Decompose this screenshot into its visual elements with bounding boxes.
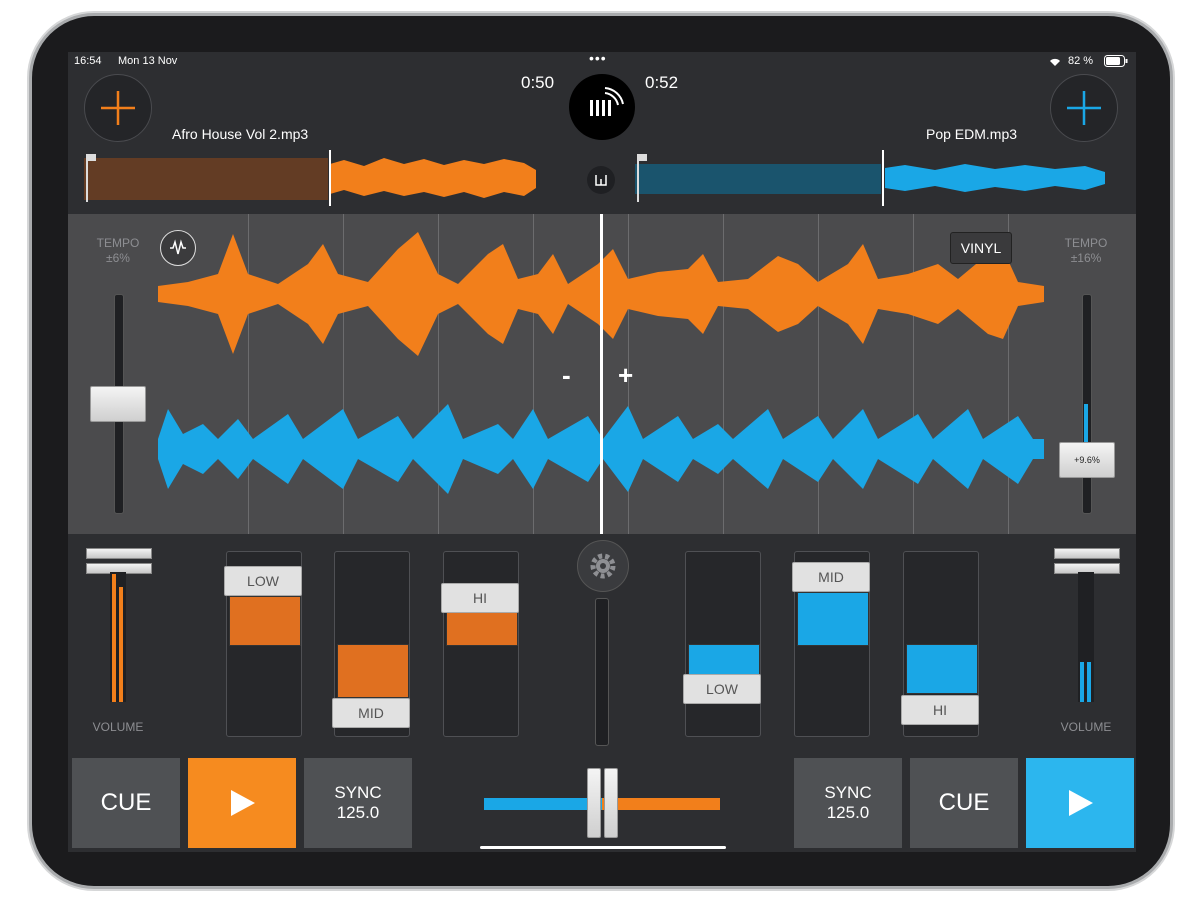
right-add-track-button[interactable] [1050,74,1118,142]
right-eq-hi-handle[interactable]: HI [901,695,979,725]
left-add-track-button[interactable] [84,74,152,142]
play-icon [1069,790,1093,816]
right-sync-button[interactable]: SYNC 125.0 [794,758,902,848]
playhead-line [600,214,603,534]
left-track-title: Afro House Vol 2.mp3 [172,126,309,142]
left-volume-fader-cap[interactable] [86,548,152,574]
left-volume-meter [110,572,126,702]
right-elapsed-time: 0:52 [645,73,679,92]
split-icon [595,175,607,186]
left-volume-label: VOLUME [92,720,144,734]
left-track-overview[interactable] [84,150,544,206]
right-tempo-slider-handle[interactable]: +9.6% [1059,442,1115,478]
settings-button[interactable] [577,540,629,592]
crossfader-handle-left[interactable] [587,768,601,838]
crossfader-handle-right[interactable] [604,768,618,838]
split-view-button[interactable] [587,166,615,194]
tablet-frame: 16:54 Mon 13 Nov ••• 82 % 0:50 0:52 Afro… [32,16,1170,886]
right-eq-low-handle[interactable]: LOW [683,674,761,704]
equalizer-logo-icon [590,87,624,116]
pitch-minus-button[interactable]: - [562,360,571,391]
left-play-button[interactable] [188,758,296,848]
right-eq-hi-slider[interactable]: HI [901,551,979,737]
left-eq-hi-handle[interactable]: HI [441,583,519,613]
right-track-overview[interactable] [635,150,1110,206]
battery-icon [1104,55,1128,67]
left-eq-mid-slider[interactable]: MID [332,551,410,737]
waveform-display[interactable]: - + TEMPO ±6% TEMPO ±16% VINYL +9.6% [68,214,1136,534]
right-volume-label: VOLUME [1060,720,1112,734]
left-sync-label: SYNC [334,783,382,802]
master-level-meter [595,598,609,746]
app-logo-button[interactable] [569,74,635,140]
battery-percent: 82 % [1068,55,1094,67]
wifi-icon [1050,58,1060,66]
right-track-title: Pop EDM.mp3 [926,126,1018,142]
waveform-mode-button[interactable] [160,230,196,266]
left-cue-button[interactable]: CUE [72,758,180,848]
left-bpm: 125.0 [336,803,380,822]
right-play-button[interactable] [1026,758,1134,848]
left-elapsed-time: 0:50 [521,73,555,92]
multitask-dots-icon[interactable]: ••• [589,52,607,66]
plus-icon [101,91,135,125]
left-sync-button[interactable]: SYNC 125.0 [304,758,412,848]
right-eq-mid-slider[interactable]: MID [792,551,870,737]
left-tempo-label: TEMPO ±6% [96,236,140,265]
left-eq-mid-handle[interactable]: MID [332,698,410,728]
left-tempo-slider-handle[interactable] [90,386,146,422]
status-time: 16:54 [74,55,102,67]
waveform-icon [170,239,186,255]
right-volume-meter [1078,572,1094,702]
home-indicator[interactable] [480,846,726,849]
right-sync-label: SYNC [824,783,872,802]
right-bpm: 125.0 [826,803,870,822]
left-eq-low-handle[interactable]: LOW [224,566,302,596]
right-cue-button[interactable]: CUE [910,758,1018,848]
vinyl-mode-button[interactable]: VINYL [950,232,1012,264]
plus-icon [1067,91,1101,125]
crossfader-right-track[interactable] [602,798,720,810]
left-eq-hi-slider[interactable]: HI [441,551,519,737]
right-volume-fader-cap[interactable] [1054,548,1120,574]
right-eq-low-slider[interactable]: LOW [683,551,761,737]
crossfader-left-track[interactable] [484,798,602,810]
right-tempo-label: TEMPO ±16% [1064,236,1108,265]
right-eq-mid-handle[interactable]: MID [792,562,870,592]
right-tempo-offset-bar [1084,404,1088,444]
play-icon [231,790,255,816]
gear-icon [590,553,616,579]
pitch-plus-button[interactable]: + [618,360,633,391]
status-date: Mon 13 Nov [118,55,178,67]
dj-app-screen: 16:54 Mon 13 Nov ••• 82 % 0:50 0:52 Afro… [68,52,1136,852]
left-eq-low-slider[interactable]: LOW [224,551,302,737]
